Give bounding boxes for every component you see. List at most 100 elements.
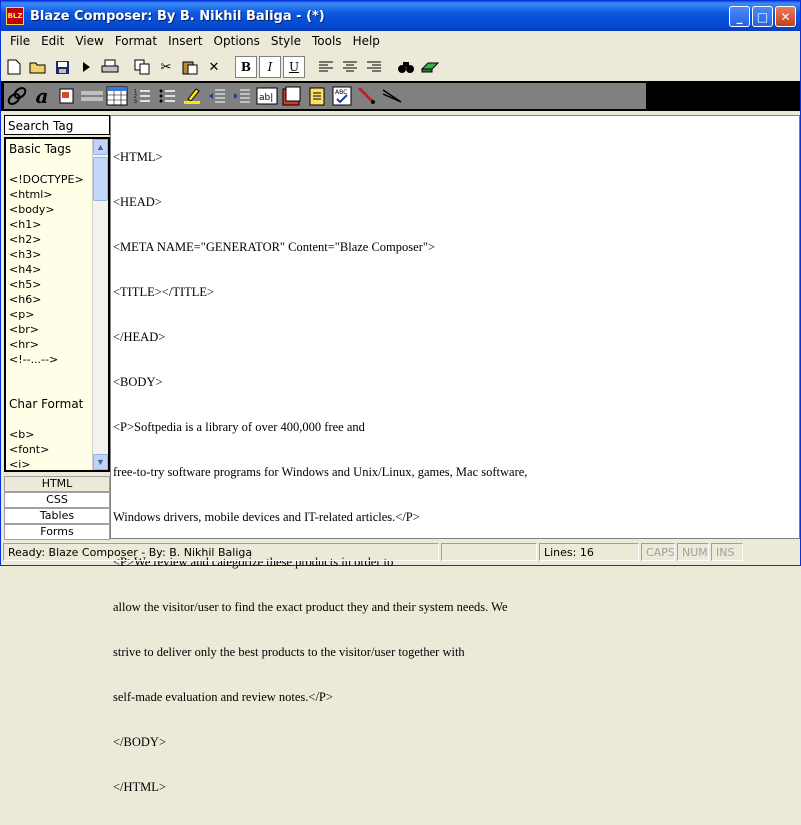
paste-icon[interactable] [179, 56, 201, 78]
html-toolbar: a 123 ab| ABC [4, 83, 646, 109]
tab-html[interactable]: HTML [4, 476, 110, 492]
new-file-icon[interactable] [3, 56, 25, 78]
cut-icon[interactable]: ✂ [155, 56, 177, 78]
tab-forms[interactable]: Forms [4, 524, 110, 540]
status-caps: CAPS [641, 543, 675, 561]
tag-list-scrollbar[interactable]: ▲ ▼ [92, 139, 108, 470]
standard-toolbar: ✂ ✕ B I U [3, 54, 441, 80]
pen-icon[interactable] [381, 85, 403, 107]
menu-format[interactable]: Format [110, 34, 163, 48]
close-button[interactable]: ✕ [775, 6, 796, 27]
color-brush-icon[interactable] [356, 85, 378, 107]
run-preview-icon[interactable] [75, 56, 97, 78]
status-num: NUM [677, 543, 709, 561]
code-line: <META NAME="GENERATOR" Content="Blaze Co… [113, 240, 436, 254]
menu-edit[interactable]: Edit [36, 34, 70, 48]
menu-options[interactable]: Options [209, 34, 266, 48]
svg-text:ab|: ab| [259, 93, 273, 103]
tag-item[interactable]: <!--...--> [9, 352, 95, 367]
menu-insert[interactable]: Insert [163, 34, 208, 48]
clipboard-icon[interactable] [306, 85, 328, 107]
save-disk-icon[interactable] [51, 56, 73, 78]
menu-view[interactable]: View [70, 34, 109, 48]
form-icon[interactable] [281, 85, 303, 107]
status-ins: INS [711, 543, 743, 561]
image-icon[interactable] [56, 85, 78, 107]
tag-item[interactable]: <h5> [9, 277, 95, 292]
tag-item[interactable]: <i> [9, 457, 95, 470]
maximize-button[interactable]: □ [752, 6, 773, 27]
status-message: Ready: Blaze Composer - By: B. Nikhil Ba… [3, 543, 439, 561]
tag-item[interactable]: <p> [9, 307, 95, 322]
search-tag-field[interactable]: Search Tag [4, 115, 110, 135]
menu-bar: File Edit View Format Insert Options Sty… [1, 31, 800, 51]
delete-icon[interactable]: ✕ [203, 56, 225, 78]
code-line: </HTML> [113, 780, 166, 794]
open-folder-icon[interactable] [27, 56, 49, 78]
menu-style[interactable]: Style [266, 34, 307, 48]
code-editor[interactable]: <HTML> <HEAD> <META NAME="GENERATOR" Con… [110, 115, 800, 794]
underline-button[interactable]: U [283, 56, 305, 78]
section-heading-basic-tags: Basic Tags [9, 142, 72, 156]
tab-tables[interactable]: Tables [4, 508, 110, 524]
link-icon[interactable] [6, 85, 28, 107]
tag-item[interactable]: <body> [9, 202, 95, 217]
tag-item[interactable]: <h3> [9, 247, 95, 262]
italic-button[interactable]: I [259, 56, 281, 78]
code-line: </BODY> [113, 735, 166, 749]
text-field-icon[interactable]: ab| [256, 85, 278, 107]
status-line-count: Lines: 16 [539, 543, 639, 561]
horizontal-rule-icon[interactable] [81, 85, 103, 107]
code-line: self-made evaluation and review notes.</… [113, 690, 333, 704]
title-bar[interactable]: BLZ Blaze Composer: By B. Nikhil Baliga … [1, 1, 800, 31]
align-left-icon[interactable] [315, 56, 337, 78]
find-binoculars-icon[interactable] [395, 56, 417, 78]
align-right-icon[interactable] [363, 56, 385, 78]
scroll-up-icon[interactable]: ▲ [93, 139, 108, 155]
scroll-thumb[interactable] [93, 157, 108, 201]
ordered-list-icon[interactable]: 123 [131, 85, 153, 107]
bold-button[interactable]: B [235, 56, 257, 78]
menu-file[interactable]: File [5, 34, 36, 48]
tag-list-panel: Basic Tags <!DOCTYPE> <html> <body> <h1>… [4, 137, 110, 472]
app-icon[interactable]: BLZ [6, 7, 24, 25]
tab-css[interactable]: CSS [4, 492, 110, 508]
tag-item[interactable]: <!DOCTYPE> [9, 172, 95, 187]
tag-item[interactable]: <h1> [9, 217, 95, 232]
tag-item[interactable]: <font> [9, 442, 95, 457]
tag-item[interactable]: <br> [9, 322, 95, 337]
window-title: Blaze Composer: By B. Nikhil Baliga - (*… [30, 8, 325, 24]
minimize-button[interactable]: _ [729, 6, 750, 27]
code-line: strive to deliver only the best products… [113, 645, 465, 659]
align-center-icon[interactable] [339, 56, 361, 78]
section-heading-char-format: Char Format [9, 397, 84, 411]
tag-item[interactable]: <h6> [9, 292, 95, 307]
spellcheck-icon[interactable]: ABC [331, 85, 353, 107]
menu-help[interactable]: Help [348, 34, 386, 48]
tag-item[interactable]: <h4> [9, 262, 95, 277]
anchor-icon[interactable]: a [31, 84, 53, 108]
code-line: Windows drivers, mobile devices and IT-r… [113, 510, 420, 524]
tag-item[interactable]: <b> [9, 427, 95, 442]
bold-label: B [240, 60, 252, 74]
outdent-icon[interactable] [206, 85, 228, 107]
eraser-icon[interactable] [419, 56, 441, 78]
print-icon[interactable] [99, 56, 121, 78]
table-icon[interactable] [106, 85, 128, 107]
code-line: free-to-try software programs for Window… [113, 465, 528, 479]
highlight-icon[interactable] [181, 85, 203, 107]
status-bar: Ready: Blaze Composer - By: B. Nikhil Ba… [1, 541, 800, 563]
scroll-down-icon[interactable]: ▼ [93, 454, 108, 470]
menu-tools[interactable]: Tools [307, 34, 348, 48]
code-line: <P>Softpedia is a library of over 400,00… [113, 420, 365, 434]
copy-icon[interactable] [131, 56, 153, 78]
tag-item[interactable]: <html> [9, 187, 95, 202]
code-line: allow the visitor/user to find the exact… [113, 600, 508, 614]
status-empty-pane [441, 543, 537, 561]
indent-icon[interactable] [231, 85, 253, 107]
tag-item[interactable]: <hr> [9, 337, 95, 352]
code-line: <BODY> [113, 375, 163, 389]
unordered-list-icon[interactable] [156, 85, 178, 107]
tag-item[interactable]: <h2> [9, 232, 95, 247]
svg-text:ABC: ABC [335, 89, 347, 96]
